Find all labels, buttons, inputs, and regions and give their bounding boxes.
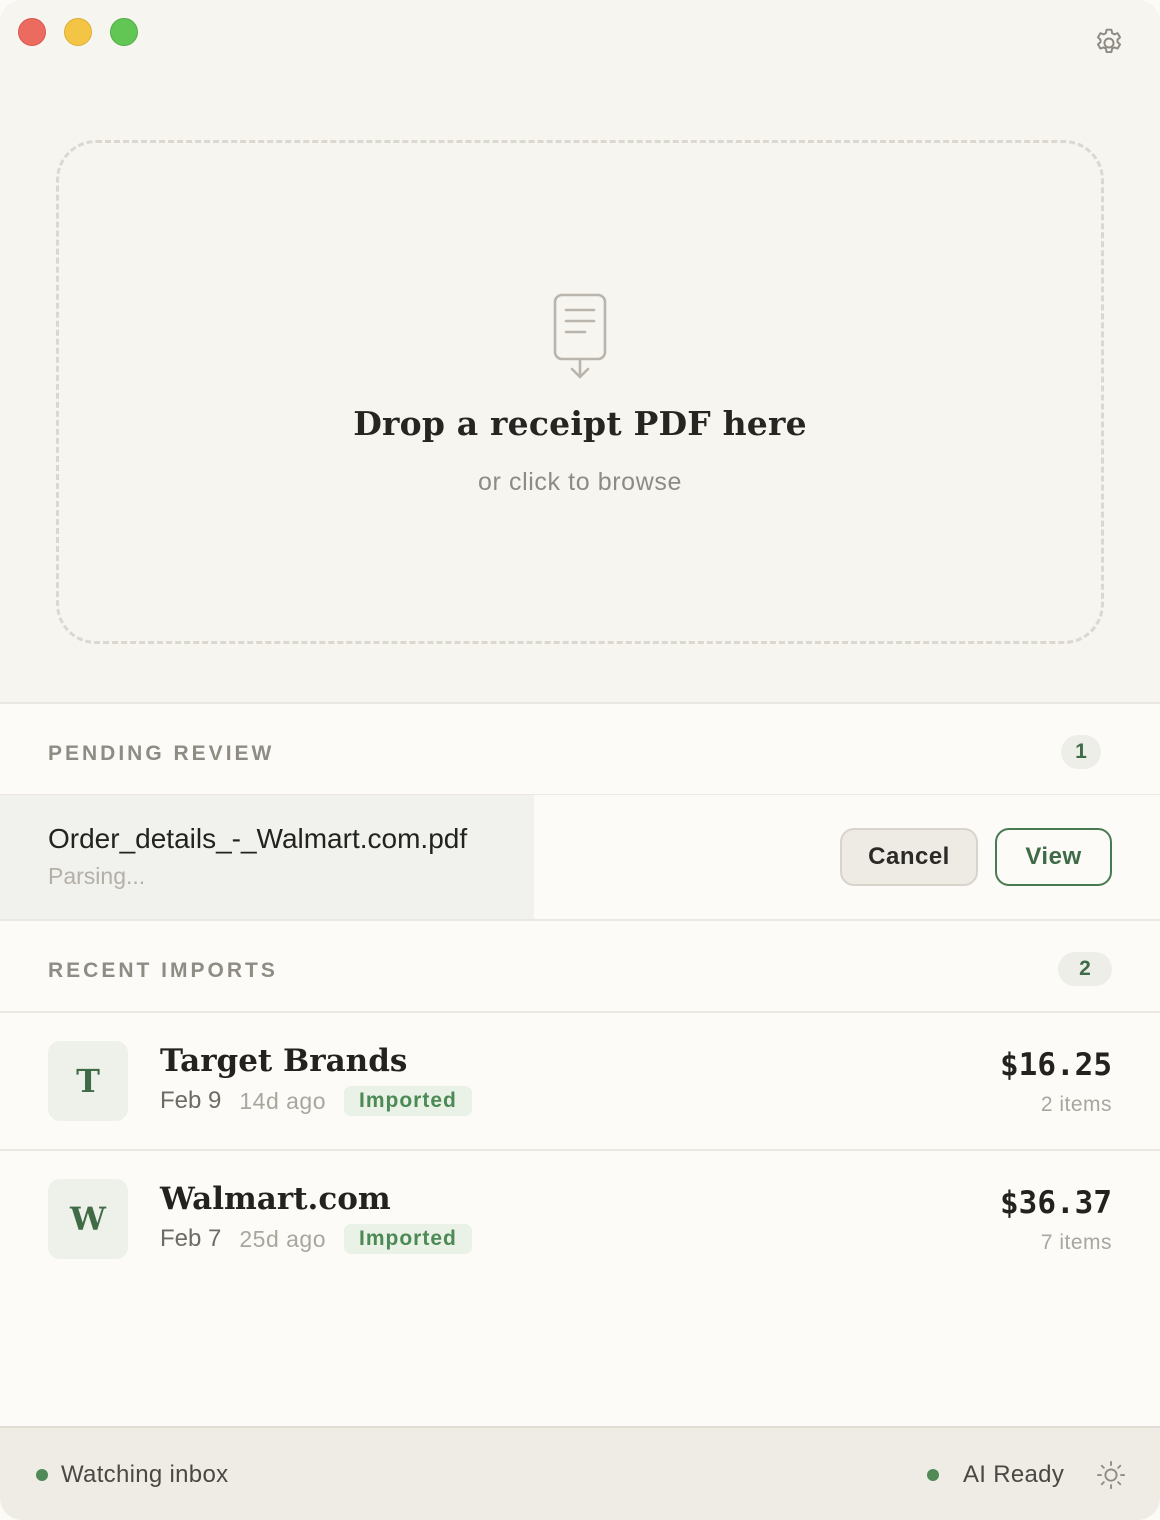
import-date: Feb 7 (160, 1225, 222, 1252)
drop-area-panel: Drop a receipt PDF here or click to brow… (0, 0, 1160, 704)
watching-indicator-dot (36, 1469, 48, 1481)
pending-file-name: Order_details_-_Walmart.com.pdf (48, 823, 468, 854)
close-window-button[interactable] (18, 18, 46, 46)
receipt-dropzone[interactable] (56, 140, 1104, 644)
merchant-name: Target Brands (160, 1043, 408, 1079)
dropzone-title: Drop a receipt PDF here (353, 404, 807, 443)
import-date: Feb 9 (160, 1087, 222, 1114)
import-meta: Feb 7 25d ago Imported (160, 1224, 472, 1254)
pending-file-status: Parsing... (48, 863, 146, 889)
pending-review-header: PENDING REVIEW 1 (0, 704, 1160, 796)
imported-status-badge: Imported (344, 1086, 472, 1116)
window-controls (18, 18, 138, 46)
import-relative-time: 25d ago (239, 1225, 327, 1252)
pending-review-title: PENDING REVIEW (48, 742, 275, 765)
app-window: Drop a receipt PDF here or click to brow… (0, 0, 1160, 1520)
watching-inbox-status: Watching inbox (61, 1461, 229, 1488)
merchant-name: Walmart.com (160, 1181, 391, 1217)
sun-icon[interactable] (1096, 1460, 1126, 1490)
view-button[interactable]: View (995, 828, 1112, 886)
pending-count-badge: 1 (1061, 735, 1101, 769)
import-item-count: 7 items (1040, 1231, 1112, 1254)
imported-status-badge: Imported (344, 1224, 472, 1254)
dropzone-subtitle[interactable]: or click to browse (0, 468, 1160, 497)
status-bar: Watching inbox AI Ready (0, 1426, 1160, 1520)
merchant-avatar: W (48, 1179, 128, 1259)
zoom-window-button[interactable] (110, 18, 138, 46)
recent-count-badge: 2 (1058, 952, 1112, 986)
ai-ready-indicator-dot (927, 1469, 939, 1481)
recent-imports-title: RECENT IMPORTS (48, 959, 278, 982)
import-amount: $16.25 (1000, 1047, 1112, 1083)
import-row-target[interactable]: T Target Brands Feb 9 14d ago Imported $… (0, 1013, 1160, 1151)
cancel-button[interactable]: Cancel (840, 828, 978, 886)
import-relative-time: 14d ago (239, 1087, 327, 1114)
ai-ready-status: AI Ready (963, 1461, 1065, 1488)
gear-icon[interactable] (1092, 26, 1126, 60)
parsing-progress-fill (0, 795, 534, 919)
recent-imports-header: RECENT IMPORTS 2 (0, 921, 1160, 1013)
import-row-walmart[interactable]: W Walmart.com Feb 7 25d ago Imported $36… (0, 1151, 1160, 1287)
import-item-count: 2 items (1040, 1093, 1112, 1116)
minimize-window-button[interactable] (64, 18, 92, 46)
import-amount: $36.37 (1000, 1185, 1112, 1221)
document-download-icon (553, 293, 607, 379)
merchant-avatar: T (48, 1041, 128, 1121)
import-meta: Feb 9 14d ago Imported (160, 1086, 472, 1116)
pending-item: Order_details_-_Walmart.com.pdf Parsing.… (0, 795, 1160, 921)
